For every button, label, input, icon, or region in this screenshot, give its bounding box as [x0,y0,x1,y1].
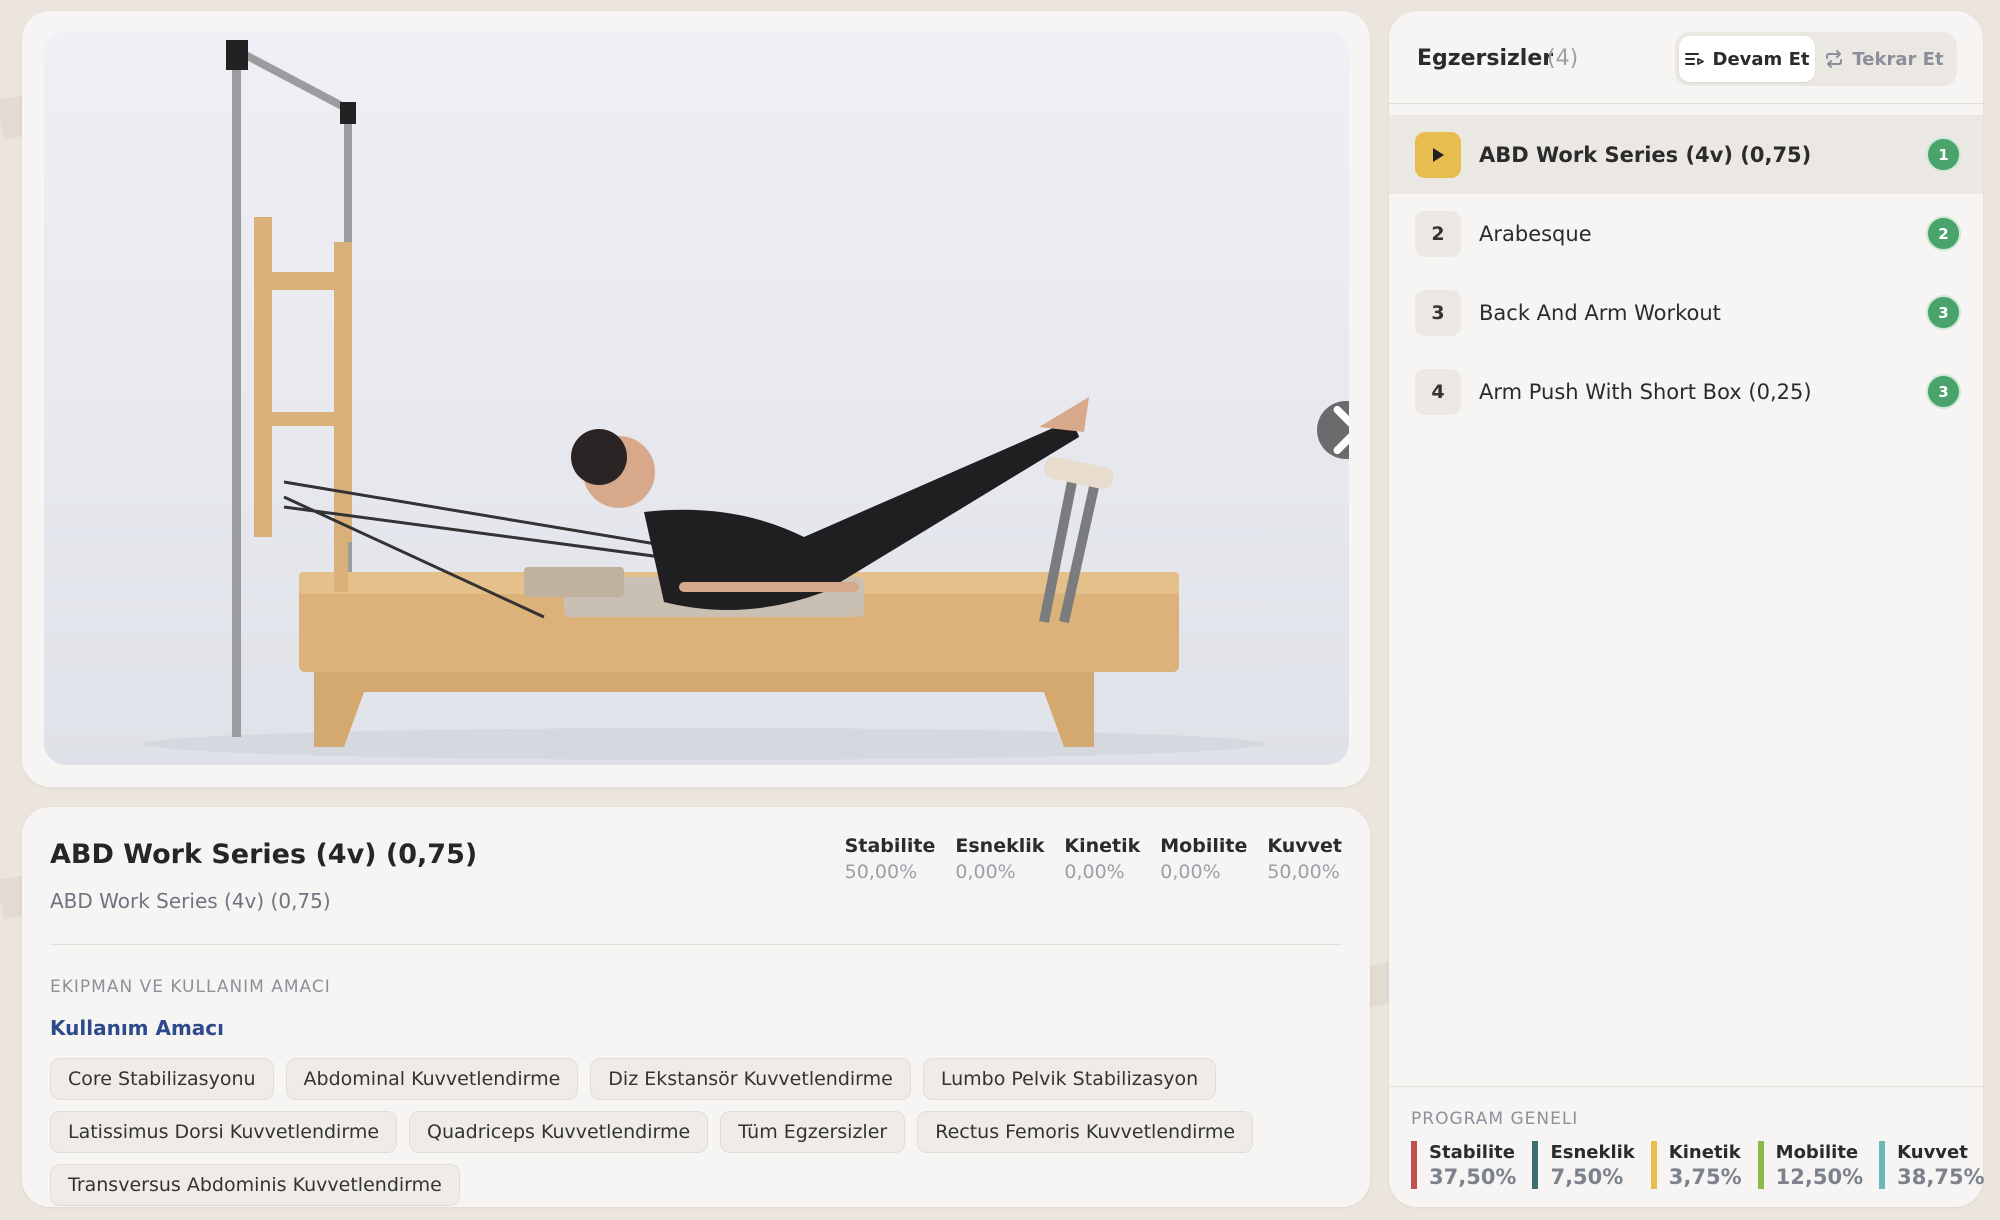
stat-name: Kinetik [1064,835,1141,857]
program-stat-stabilite: Stabilite 37,50% [1411,1141,1516,1189]
divider [1389,103,1983,104]
stat-value: 50,00% [844,861,918,883]
exercise-sidebar: Egzersizler (4) Devam Et Tekrar Et ABD W… [1389,11,1985,1207]
pilates-reformer-illustration [144,40,1264,760]
usage-tag[interactable]: Lumbo Pelvik Stabilizasyon [922,1058,1217,1100]
continue-mode-label: Devam Et [1712,48,1810,70]
exercise-number: 3 [1415,289,1461,336]
set-count-badge: 1 [1926,137,1961,172]
exercise-number: 2 [1415,210,1461,257]
exercise-list-item[interactable]: 2 Arabesque 2 [1389,194,1983,273]
exercise-list-item-active[interactable]: ABD Work Series (4v) (0,75) 1 [1389,115,1983,194]
program-stat-name: Mobilite [1775,1141,1859,1163]
usage-tag[interactable]: Abdominal Kuvvetlendirme [285,1058,579,1100]
usage-tag[interactable]: Diz Ekstansör Kuvvetlendirme [590,1058,911,1100]
stat-kuvvet: Kuvvet 50,00% [1267,835,1342,883]
program-stat-esneklik: Esneklik 7,50% [1532,1141,1635,1189]
exercise-video[interactable] [44,32,1349,765]
exercise-info-card: ABD Work Series (4v) (0,75) ABD Work Ser… [22,807,1370,1207]
stat-value: 0,00% [1160,861,1221,883]
program-label: PROGRAM GENELI [1411,1109,1579,1129]
program-stats: Stabilite 37,50% Esneklik 7,50% Kinetik … [1411,1141,1985,1189]
stat-name: Stabilite [844,835,936,857]
exercise-list: ABD Work Series (4v) (0,75) 1 2 Arabesqu… [1389,115,1983,431]
program-stat-value: 3,75% [1668,1164,1742,1189]
usage-tags: Core Stabilizasyonu Abdominal Kuvvetlend… [50,1058,1350,1206]
exercise-list-item[interactable]: 4 Arm Push With Short Box (0,25) 3 [1389,352,1983,431]
exercise-title: ABD Work Series (4v) (0,75) [50,839,478,870]
play-indicator [1415,131,1461,178]
play-icon [1433,147,1444,162]
usage-tag[interactable]: Tüm Egzersizler [720,1111,906,1153]
mode-toggle: Devam Et Tekrar Et [1675,32,1957,86]
stat-value: 50,00% [1267,861,1340,883]
stat-name: Mobilite [1160,835,1248,857]
usage-tag[interactable]: Transversus Abdominis Kuvvetlendirme [50,1164,460,1206]
next-video-button[interactable] [1317,401,1349,459]
stat-value: 0,00% [955,861,1016,883]
set-count-badge: 3 [1926,295,1961,330]
stat-esneklik: Esneklik 0,00% [955,835,1044,883]
continue-mode-button[interactable]: Devam Et [1679,36,1815,82]
program-stat-name: Esneklik [1550,1141,1635,1163]
program-stat-value: 12,50% [1775,1164,1864,1189]
program-stat-value: 38,75% [1897,1164,1985,1189]
exercise-stats: Stabilite 50,00% Esneklik 0,00% Kinetik … [845,835,1342,883]
program-stat-kuvvet: Kuvvet 38,75% [1879,1141,1985,1189]
section-label: EKIPMAN VE KULLANIM AMACI [50,977,331,997]
usage-tag[interactable]: Rectus Femoris Kuvvetlendirme [917,1111,1254,1153]
program-stat-value: 7,50% [1550,1164,1624,1189]
set-count-badge: 2 [1926,216,1961,251]
usage-title: Kullanım Amacı [50,1016,225,1040]
usage-tag[interactable]: Quadriceps Kuvvetlendirme [409,1111,709,1153]
exercise-list-item[interactable]: 3 Back And Arm Workout 3 [1389,273,1983,352]
divider [1389,1086,1983,1087]
exercise-number: 4 [1415,368,1461,415]
program-stat-mobilite: Mobilite 12,50% [1757,1141,1864,1189]
stat-mobilite: Mobilite 0,00% [1160,835,1247,883]
list-continue-icon [1684,53,1704,65]
exercise-name: Arabesque [1479,221,1592,246]
program-stat-kinetik: Kinetik 3,75% [1650,1141,1742,1189]
set-count-badge: 3 [1926,374,1961,409]
exercise-count: (4) [1547,46,1579,71]
usage-tag[interactable]: Core Stabilizasyonu [50,1058,274,1100]
repeat-mode-label: Tekrar Et [1852,48,1944,70]
exercise-name: Arm Push With Short Box (0,25) [1479,379,1812,404]
stat-name: Kuvvet [1267,835,1342,857]
chevron-right-icon [1333,405,1349,455]
divider [50,944,1342,945]
exercise-name: ABD Work Series (4v) (0,75) [1479,142,1812,167]
program-stat-name: Kuvvet [1897,1141,1968,1163]
program-stat-name: Kinetik [1668,1141,1741,1163]
exercise-name: Back And Arm Workout [1479,300,1721,325]
sidebar-title: Egzersizler [1417,46,1554,71]
stat-value: 0,00% [1064,861,1125,883]
usage-tag[interactable]: Latissimus Dorsi Kuvvetlendirme [50,1111,398,1153]
program-stat-name: Stabilite [1429,1141,1515,1163]
program-stat-value: 37,50% [1429,1164,1517,1189]
exercise-subtitle: ABD Work Series (4v) (0,75) [50,889,331,913]
repeat-mode-button[interactable]: Tekrar Et [1815,36,1953,82]
stat-stabilite: Stabilite 50,00% [845,835,936,883]
video-card [22,11,1370,787]
repeat-icon [1826,50,1843,68]
stat-kinetik: Kinetik 0,00% [1064,835,1140,883]
stat-name: Esneklik [955,835,1045,857]
